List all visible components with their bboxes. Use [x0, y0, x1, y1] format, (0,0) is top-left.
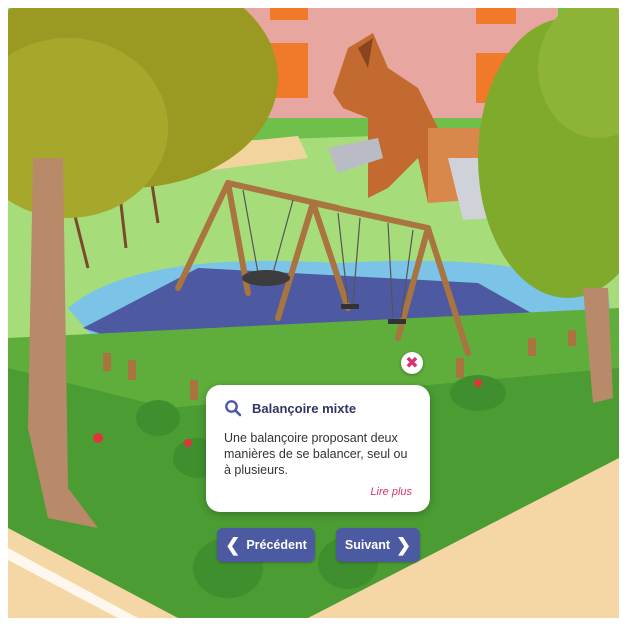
chevron-left-icon: ❮ — [225, 535, 241, 555]
previous-button[interactable]: ❮ Précédent — [217, 528, 315, 562]
chevron-right-icon: ❯ — [396, 535, 412, 555]
info-card-title: Balançoire mixte — [252, 400, 357, 416]
next-button-label: Suivant — [344, 538, 391, 552]
info-card: Balançoire mixte Une balançoire proposan… — [206, 385, 430, 512]
search-icon — [225, 400, 242, 417]
playground-3d-scene[interactable] — [8, 8, 619, 618]
app-screen: ✖ Balançoire mixte Une balançoire propos… — [0, 0, 627, 626]
previous-button-label: Précédent — [246, 538, 307, 552]
next-button[interactable]: Suivant ❯ — [336, 528, 420, 562]
close-icon: ✖ — [405, 353, 419, 372]
read-more-link[interactable]: Lire plus — [370, 486, 412, 498]
close-marker-button[interactable]: ✖ — [401, 352, 423, 374]
scene-illustration — [8, 8, 619, 618]
info-card-header: Balançoire mixte — [224, 399, 414, 417]
info-card-description: Une balançoire proposant deux manières d… — [224, 431, 408, 477]
